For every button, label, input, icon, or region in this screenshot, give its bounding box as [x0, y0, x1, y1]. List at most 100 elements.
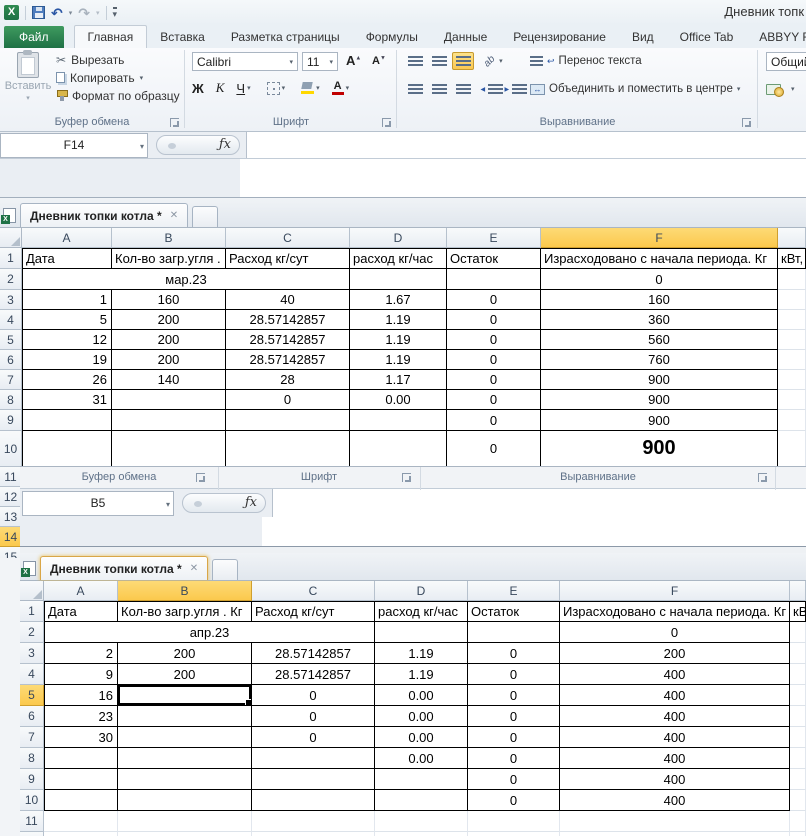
cell-D6[interactable]: 1.19 — [350, 350, 447, 370]
cell-A2-merged[interactable]: мар.23 — [22, 269, 350, 290]
cell-F9[interactable]: 400 — [560, 769, 790, 790]
alignment-dialog-launcher[interactable] — [742, 118, 751, 127]
cell-C7[interactable]: 28 — [226, 370, 350, 390]
cell-F6[interactable]: 760 — [541, 350, 778, 370]
cell-A3[interactable]: 1 — [22, 290, 112, 310]
cell-G5[interactable] — [778, 330, 806, 350]
cell-B10[interactable] — [118, 790, 252, 811]
cut-button[interactable]: ✂ Вырезать — [56, 52, 180, 67]
fragment-font-launcher[interactable] — [402, 473, 411, 482]
cell-B1[interactable]: Кол-во загр.угля . Кг — [118, 601, 252, 622]
cell-F3[interactable]: 200 — [560, 643, 790, 664]
qat-customize-icon[interactable]: ▾ — [113, 7, 118, 18]
row-header-1[interactable]: 1 — [0, 248, 22, 269]
cell-G6[interactable] — [790, 706, 806, 727]
cell-G7[interactable] — [790, 727, 806, 748]
cell-B3[interactable]: 160 — [112, 290, 226, 310]
cell-E3[interactable]: 0 — [468, 643, 560, 664]
formula-bar-splitter[interactable]: ƒx — [182, 493, 266, 513]
cell-F12[interactable] — [560, 832, 790, 836]
cell-B12[interactable] — [118, 832, 252, 836]
cell-G9[interactable] — [778, 410, 806, 431]
cell-E9[interactable]: 0 — [447, 410, 541, 431]
name-box-dropdown-icon[interactable]: ▾ — [166, 500, 170, 509]
decrease-indent-button[interactable]: ◀ — [484, 80, 506, 98]
cell-B8[interactable] — [112, 390, 226, 410]
wrap-text-button[interactable]: ↩ Перенос текста — [530, 52, 642, 70]
cell-C4[interactable]: 28.57142857 — [252, 664, 375, 685]
cell-F6[interactable]: 400 — [560, 706, 790, 727]
column-header-D[interactable]: D — [375, 581, 468, 601]
font-size-combo[interactable]: 11 ▾ — [302, 52, 338, 71]
column-header-B[interactable]: B — [112, 228, 226, 248]
align-top-button[interactable] — [404, 52, 426, 70]
column-header-G[interactable] — [790, 581, 806, 601]
cell-C9[interactable] — [226, 410, 350, 431]
undo-dropdown-icon[interactable]: ▾ — [69, 9, 73, 17]
paste-button[interactable]: Вставить ▾ — [6, 52, 50, 112]
fill-color-dropdown-icon[interactable]: ▾ — [316, 84, 320, 92]
column-header-F[interactable]: F — [541, 228, 778, 248]
save-icon[interactable] — [32, 6, 45, 19]
row-header-2[interactable]: 2 — [0, 269, 22, 290]
cell-E1[interactable]: Остаток — [447, 248, 541, 269]
tab-data[interactable]: Данные — [431, 26, 500, 48]
tab-abbyy[interactable]: ABBYY FineRea — [746, 26, 806, 48]
cell-C10[interactable] — [252, 790, 375, 811]
cell-D4[interactable]: 1.19 — [375, 664, 468, 685]
cell-C8[interactable] — [252, 748, 375, 769]
cell-C5[interactable]: 0 — [252, 685, 375, 706]
cell-A5[interactable]: 16 — [44, 685, 118, 706]
cell-D3[interactable]: 1.19 — [375, 643, 468, 664]
cell-D2[interactable] — [375, 622, 468, 643]
cell-D1[interactable]: расход кг/час — [350, 248, 447, 269]
cell-F2[interactable]: 0 — [541, 269, 778, 290]
close-icon[interactable]: ✕ — [190, 563, 198, 574]
cell-E2[interactable] — [447, 269, 541, 290]
row-header-9[interactable]: 9 — [20, 769, 44, 790]
cell-A10[interactable] — [44, 790, 118, 811]
cell-A4[interactable]: 9 — [44, 664, 118, 685]
cell-D9[interactable] — [375, 769, 468, 790]
row-header-5[interactable]: 5 — [20, 685, 44, 706]
cell-G11[interactable] — [790, 811, 806, 832]
cell-G8[interactable] — [790, 748, 806, 769]
cell-F11[interactable] — [560, 811, 790, 832]
row-header-12[interactable]: 12 — [20, 832, 44, 836]
cell-F7[interactable]: 900 — [541, 370, 778, 390]
cell-E9[interactable]: 0 — [468, 769, 560, 790]
row-header-15[interactable]: 15 — [0, 547, 22, 558]
tab-page-layout[interactable]: Разметка страницы — [218, 26, 353, 48]
row-header-4[interactable]: 4 — [0, 310, 22, 330]
column-header-G[interactable] — [778, 228, 806, 248]
fragment-clipboard-launcher[interactable] — [196, 473, 205, 482]
cell-A8[interactable]: 31 — [22, 390, 112, 410]
undo-icon[interactable]: ↶ — [51, 6, 63, 20]
accounting-format-button[interactable]: ▾ — [766, 80, 795, 98]
cell-B3[interactable]: 200 — [118, 643, 252, 664]
cell-E6[interactable]: 0 — [468, 706, 560, 727]
cell-D4[interactable]: 1.19 — [350, 310, 447, 330]
document-tab-1[interactable]: Дневник топки котла * ✕ — [20, 203, 188, 227]
align-left-button[interactable] — [404, 80, 426, 98]
cell-D3[interactable]: 1.67 — [350, 290, 447, 310]
cell-A3[interactable]: 2 — [44, 643, 118, 664]
redo-icon[interactable]: ↷ — [78, 6, 90, 20]
row-header-8[interactable]: 8 — [20, 748, 44, 769]
row-header-10[interactable]: 10 — [20, 790, 44, 811]
shrink-font-button[interactable]: A▼ — [372, 55, 386, 67]
cell-C3[interactable]: 28.57142857 — [252, 643, 375, 664]
cell-F8[interactable]: 400 — [560, 748, 790, 769]
column-header-A[interactable]: A — [22, 228, 112, 248]
cell-D2[interactable] — [350, 269, 447, 290]
cell-A9[interactable] — [22, 410, 112, 431]
cell-B8[interactable] — [118, 748, 252, 769]
number-format-combo[interactable]: Общий — [766, 52, 806, 71]
borders-dropdown-icon[interactable]: ▾ — [282, 84, 286, 92]
tab-file[interactable]: Файл — [4, 26, 64, 48]
cell-D7[interactable]: 0.00 — [375, 727, 468, 748]
cell-A5[interactable]: 12 — [22, 330, 112, 350]
cell-D10[interactable] — [350, 431, 447, 467]
tab-view[interactable]: Вид — [619, 26, 667, 48]
cell-B10[interactable] — [112, 431, 226, 467]
